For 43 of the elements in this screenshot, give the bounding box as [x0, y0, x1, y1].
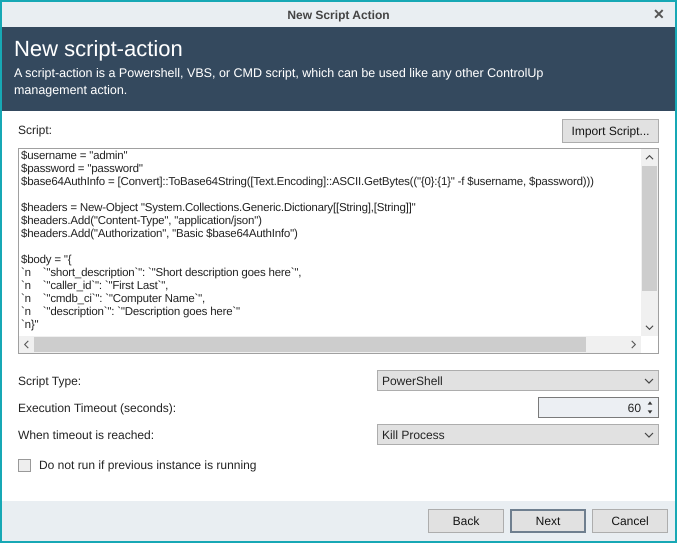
code-line: $headers.Add("Content-Type", "application/json"): [21, 215, 263, 228]
header-title: New script-action: [14, 35, 184, 63]
scrollbar-thumb[interactable]: [642, 166, 657, 291]
scroll-right-icon[interactable]: [629, 340, 638, 349]
dialog-button[interactable]: Back: [428, 509, 504, 533]
field-label: Script Type:: [18, 372, 82, 390]
script-label: Script:: [18, 122, 52, 139]
code-line: $headers.Add("Authorization", "Basic $base64AuthInfo"): [21, 228, 299, 241]
dialog-button[interactable]: Next: [510, 509, 586, 533]
close-button[interactable]: ✕: [649, 4, 669, 25]
scroll-up-icon[interactable]: [645, 153, 654, 162]
field-label: When timeout is reached:: [18, 426, 156, 444]
chevron-down-icon[interactable]: [644, 430, 654, 440]
code-line: `n `"short_description`": `"Short description goes here`",: [21, 267, 302, 280]
dialog-button[interactable]: Cancel: [592, 509, 668, 533]
checkbox[interactable]: [18, 458, 31, 472]
dropdown[interactable]: Kill Process: [377, 424, 659, 445]
code-line: `n}": [21, 319, 40, 332]
spinner-value: 60: [626, 400, 642, 416]
code-line: $password = "password": [21, 163, 144, 176]
scroll-down-icon[interactable]: [645, 323, 654, 332]
dropdown-value: Kill Process: [382, 426, 445, 444]
checkbox-label: Do not run if previous instance is running: [39, 457, 256, 474]
code-line: `n `"cmdb_ci`": `"Computer Name`",: [21, 293, 206, 306]
vertical-scrollbar[interactable]: [641, 149, 658, 336]
code-line: $headers = New-Object "System.Collections.Generic.Dictionary[[String],[String]]": [21, 202, 417, 215]
code-line: `n `"caller_id`": `"First Last`",: [21, 280, 170, 293]
import-script-button[interactable]: Import Script...: [562, 119, 659, 143]
scroll-left-icon[interactable]: [22, 340, 31, 349]
horizontal-scrollbar[interactable]: [19, 336, 641, 353]
script-editor[interactable]: [18, 148, 659, 354]
code-line: $body = "{: [21, 254, 72, 267]
code-line: $username = "admin": [21, 150, 128, 163]
scrollbar-thumb[interactable]: [34, 337, 586, 352]
number-spinner[interactable]: 60: [538, 397, 659, 418]
code-line: $base64AuthInfo = [Convert]::ToBase64String([Text.Encoding]::ASCII.GetBytes(("{0}:{1}" -f $username, $password))): [21, 176, 595, 189]
code-line: `n `"description`": `"Description goes here`": [21, 306, 241, 319]
window-title: New Script Action: [287, 6, 390, 24]
field-label: Execution Timeout (seconds):: [18, 400, 178, 416]
header-description: A script-action is a Powershell, VBS, or CMD script, which can be used like any other ControlUp management action.: [14, 65, 544, 99]
dropdown[interactable]: PowerShell: [377, 370, 659, 391]
dropdown-value: PowerShell: [382, 372, 443, 390]
chevron-down-icon[interactable]: [644, 376, 654, 386]
